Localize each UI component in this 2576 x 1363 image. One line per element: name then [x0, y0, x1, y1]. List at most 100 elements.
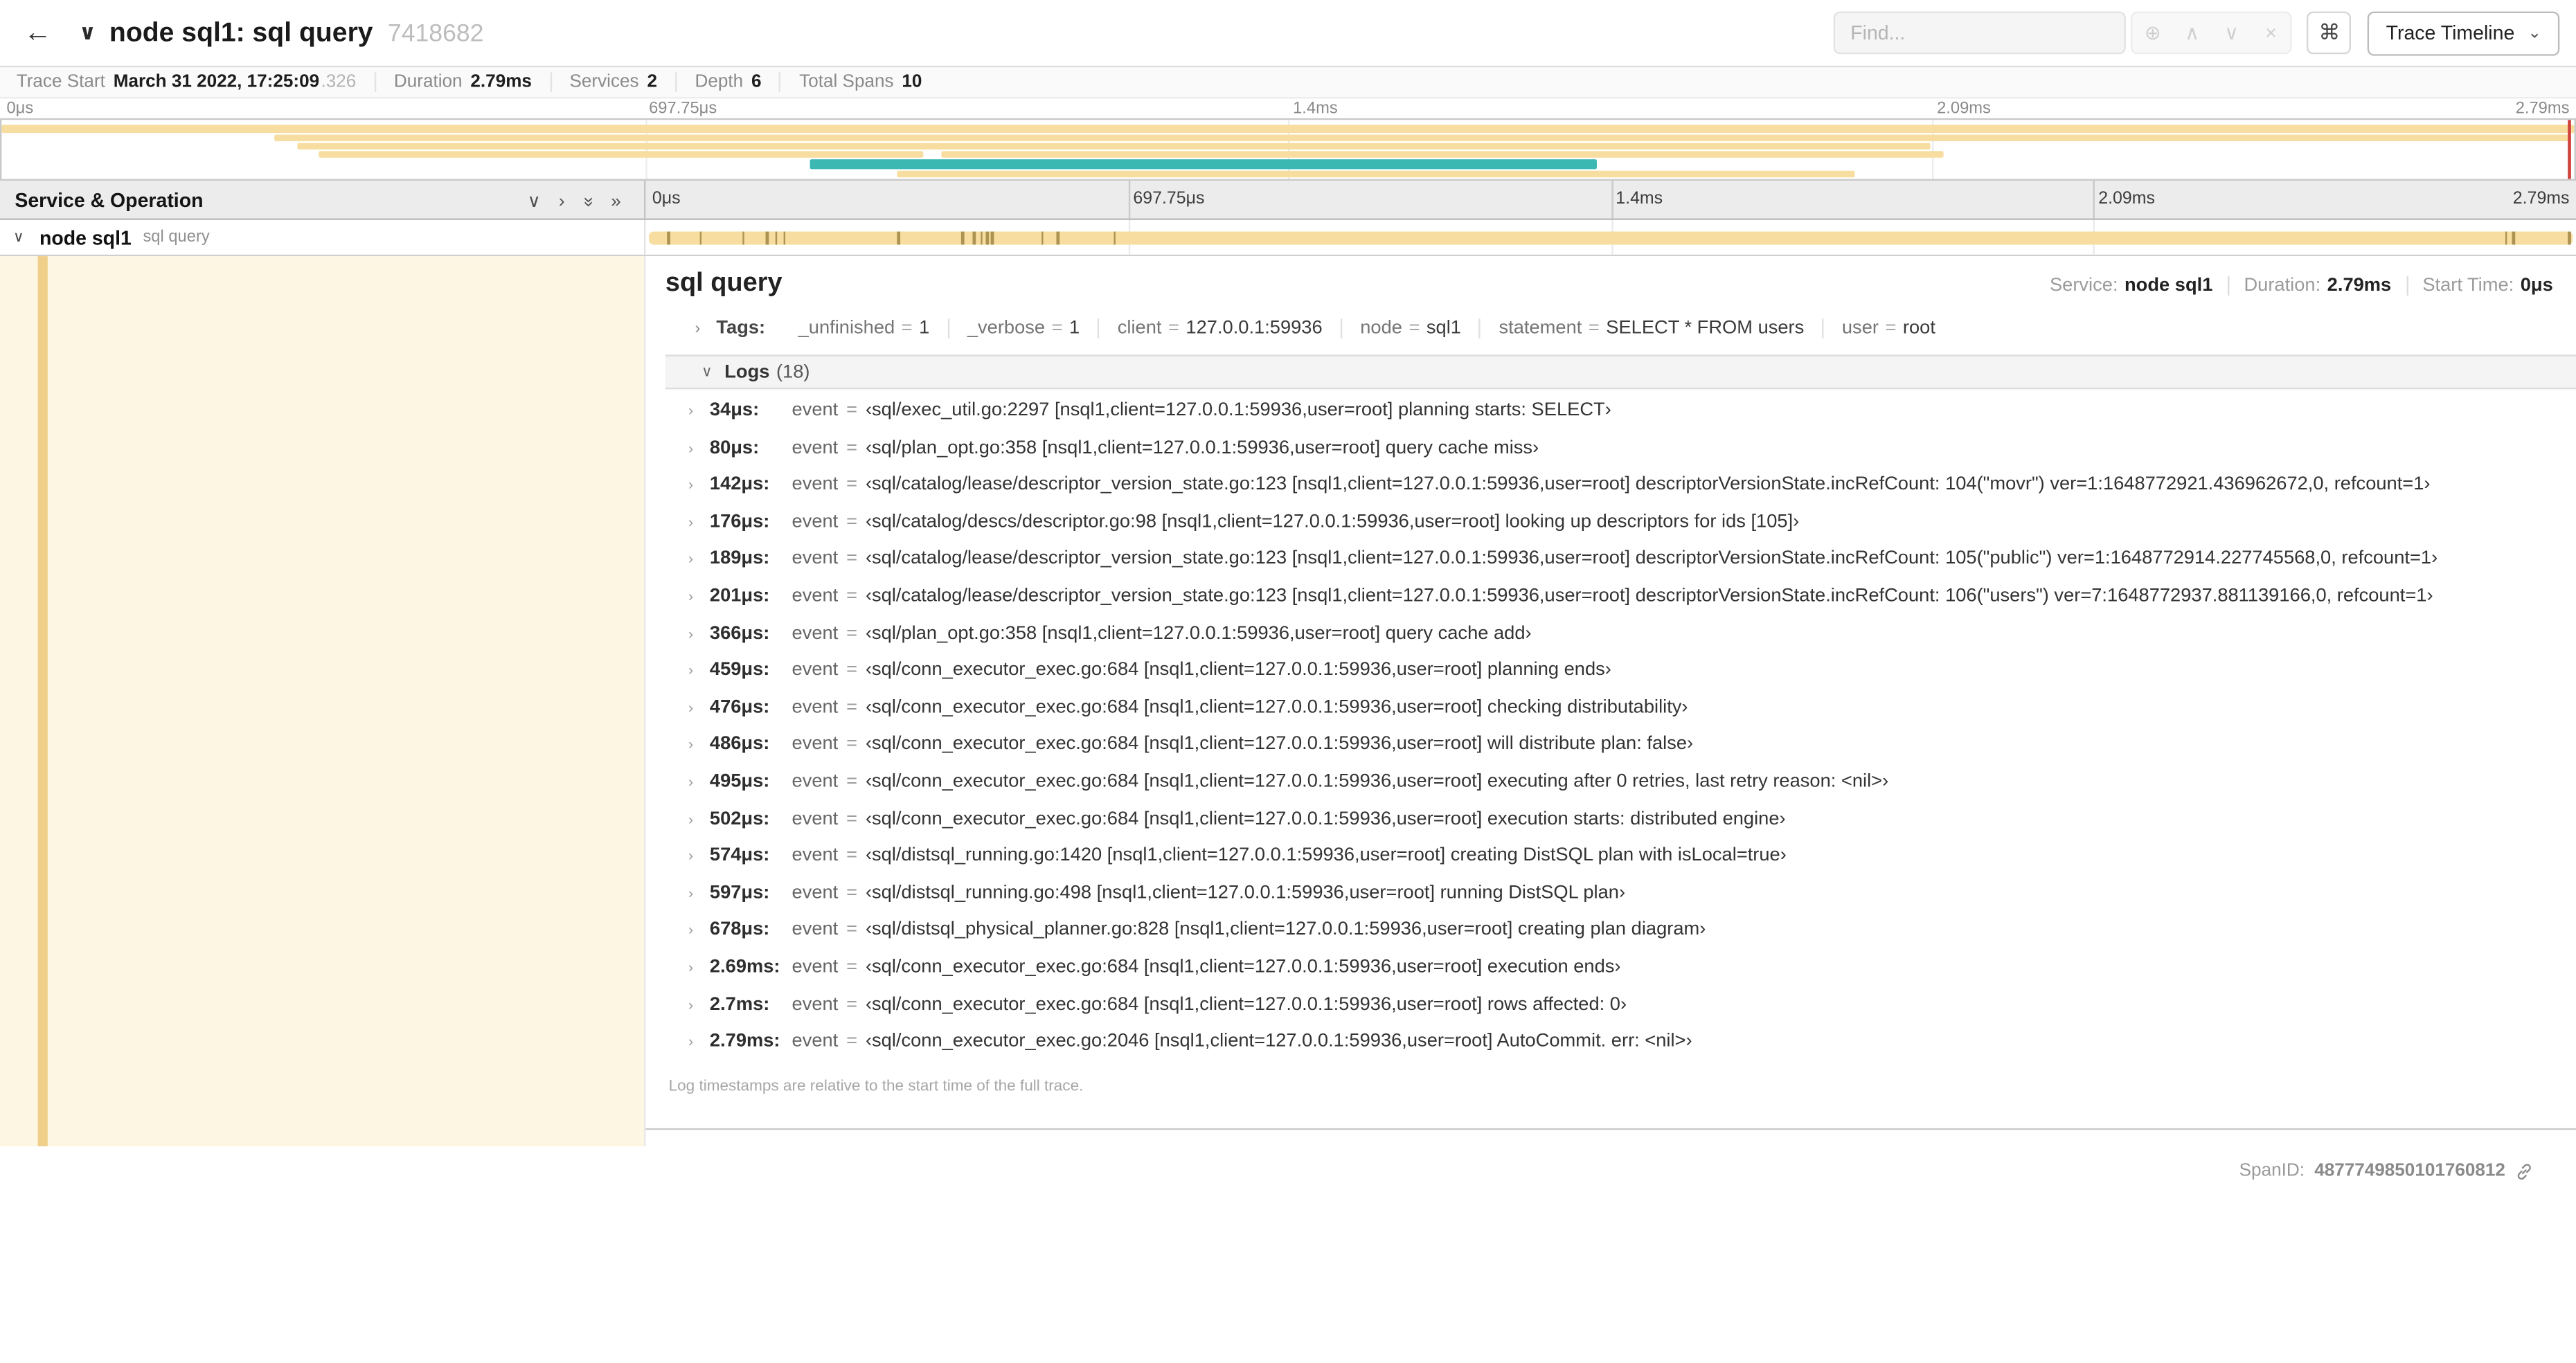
logs-toggle[interactable]: ∨ Logs (18): [665, 354, 2576, 390]
log-timestamp: 2.69ms:: [709, 957, 780, 977]
log-marker-tick: [2505, 231, 2508, 245]
service-operation-header: Service & Operation ∨ › » »: [0, 180, 646, 219]
log-entry[interactable]: › 142μs: event = ‹sql/catalog/lease/descript…: [688, 475, 2576, 512]
log-key: event: [791, 809, 839, 829]
log-timestamp: 176μs:: [709, 512, 770, 532]
log-timestamp: 574μs:: [709, 846, 770, 866]
log-value: ‹sql/catalog/lease/descriptor_version_st…: [865, 586, 2433, 606]
log-marker-tick: [961, 231, 965, 245]
log-entry[interactable]: › 502μs: event = ‹sql/conn_executor_exec.go:…: [688, 809, 2576, 847]
summary-item: Depth 6: [675, 72, 780, 92]
axis-label: 697.75μs: [1133, 188, 1205, 209]
log-marker-tick: [765, 231, 769, 245]
log-equals: =: [846, 586, 858, 606]
log-entry[interactable]: › 476μs: event = ‹sql/conn_executor_exec.go:…: [688, 698, 2576, 735]
axis-label: 2.09ms: [2098, 188, 2155, 209]
axis-label: 2.79ms: [2512, 188, 2570, 209]
log-marker-tick: [986, 231, 990, 245]
minimap-canvas[interactable]: [0, 118, 2576, 181]
log-entry[interactable]: › 176μs: event = ‹sql/catalog/descs/descript…: [688, 512, 2576, 550]
log-entry[interactable]: › 2.69ms: event = ‹sql/conn_executor_exec.go…: [688, 957, 2576, 995]
log-equals: =: [846, 920, 858, 940]
log-entry[interactable]: › 2.79ms: event = ‹sql/conn_executor_exec.go…: [688, 1031, 2576, 1069]
chevron-down-icon[interactable]: ∨: [13, 228, 39, 246]
trace-header: ← ∨ node sql1: sql query 7418682 ⊕∧∨× ⌘ …: [0, 0, 2576, 68]
log-entry[interactable]: › 2.7ms: event = ‹sql/conn_executor_exec.go:…: [688, 995, 2576, 1032]
log-value: ‹sql/conn_executor_exec.go:684 [nsql1,cl…: [865, 771, 1889, 792]
log-value: ‹sql/distsql_running.go:498 [nsql1,clien…: [865, 883, 1626, 903]
next-result-icon[interactable]: ∨: [2212, 13, 2251, 53]
summary-item: Services 2: [550, 72, 675, 92]
log-entry[interactable]: › 597μs: event = ‹sql/distsql_running.go:498…: [688, 883, 2576, 921]
trace-summary-bar: Trace Start March 31 2022, 17:25:09.326 Du…: [0, 67, 2576, 99]
span-meta-item: Start Time: 0μs: [2406, 276, 2553, 296]
log-equals: =: [846, 623, 858, 643]
span-row-label[interactable]: ∨ node sql1 sql query: [0, 219, 646, 255]
summary-value: 2.79ms: [470, 72, 532, 92]
expand-one-icon[interactable]: ›: [559, 191, 565, 210]
logs-footnote: Log timestamps are relative to the start…: [668, 1076, 1084, 1095]
tree-toolbar: ∨ › » »: [509, 185, 621, 215]
collapse-one-icon[interactable]: ∨: [528, 191, 541, 210]
log-marker-tick: [991, 231, 994, 245]
summary-label: Total Spans: [799, 72, 894, 92]
log-entry[interactable]: › 201μs: event = ‹sql/catalog/lease/descript…: [688, 586, 2576, 624]
log-equals: =: [846, 400, 858, 421]
log-equals: =: [846, 734, 858, 755]
collapse-trace-icon[interactable]: ∨: [79, 19, 96, 46]
log-value: ‹sql/exec_util.go:2297 [nsql1,client=127…: [865, 400, 1611, 421]
link-icon[interactable]: [2515, 1162, 2533, 1180]
span-meta-item: Service: node sql1: [2035, 276, 2228, 296]
chevron-right-icon: ›: [688, 699, 694, 716]
tags-toggle[interactable]: › Tags:: [695, 318, 780, 338]
chevron-right-icon: ›: [688, 550, 694, 568]
clear-search-icon[interactable]: ×: [2251, 13, 2291, 53]
log-key: event: [791, 1031, 839, 1051]
meta-label: Start Time:: [2422, 276, 2514, 296]
axis-label: 2.79ms: [2515, 100, 2570, 118]
view-dropdown-label: Trace Timeline: [2386, 21, 2515, 45]
chevron-right-icon: ›: [688, 514, 694, 530]
log-entry[interactable]: › 495μs: event = ‹sql/conn_executor_exec.go:…: [688, 772, 2576, 809]
span-bar[interactable]: [649, 231, 2573, 245]
tag-key: user: [1841, 318, 1879, 339]
log-marker-tick: [980, 231, 983, 245]
log-entry[interactable]: › 574μs: event = ‹sql/distsql_running.go:142…: [688, 846, 2576, 883]
log-entry[interactable]: › 366μs: event = ‹sql/plan_opt.go:358 [nsql1…: [688, 623, 2576, 660]
span-id-row: SpanID: 4877749850101760812: [0, 1146, 2576, 1181]
log-entry[interactable]: › 80μs: event = ‹sql/plan_opt.go:358 [nsql1,…: [688, 437, 2576, 475]
minimap-span-bar: [274, 134, 2570, 142]
log-timestamp: 476μs:: [709, 697, 770, 718]
log-entry[interactable]: › 34μs: event = ‹sql/exec_util.go:2297 [nsql…: [688, 401, 2576, 438]
summary-suffix: .326: [321, 72, 357, 92]
view-dropdown[interactable]: Trace Timeline ⌄: [2368, 10, 2560, 55]
summary-value: March 31 2022, 17:25:09: [113, 72, 320, 92]
keyboard-shortcuts-button[interactable]: ⌘: [2307, 11, 2352, 55]
summary-label: Services: [569, 72, 639, 92]
log-timestamp: 201μs:: [709, 586, 770, 606]
grid-line: [1128, 180, 1130, 219]
log-timestamp: 34μs:: [709, 400, 760, 421]
logs-list: › 34μs: event = ‹sql/exec_util.go:2297 [nsql…: [665, 389, 2576, 1068]
log-entry[interactable]: › 678μs: event = ‹sql/distsql_physical_plann…: [688, 920, 2576, 957]
log-entry[interactable]: › 459μs: event = ‹sql/conn_executor_exec.go:…: [688, 660, 2576, 698]
log-equals: =: [846, 1031, 858, 1051]
log-timestamp: 189μs:: [709, 549, 770, 569]
zoom-result-icon[interactable]: ⊕: [2133, 13, 2172, 53]
prev-result-icon[interactable]: ∧: [2172, 13, 2212, 53]
search-input[interactable]: [1834, 11, 2127, 55]
span-row: ∨ node sql1 sql query: [0, 219, 2576, 257]
log-entry[interactable]: › 189μs: event = ‹sql/catalog/lease/descript…: [688, 549, 2576, 586]
log-key: event: [791, 549, 839, 569]
tag-value: 1: [1069, 318, 1080, 339]
minimap-axis: 0μs 697.75μs 1.4ms 2.09ms 2.79ms: [0, 98, 2576, 118]
tag-key: _unfinished: [798, 318, 895, 339]
expand-all-icon[interactable]: »: [611, 191, 621, 210]
tag-equals: =: [1588, 318, 1600, 339]
log-entry[interactable]: › 486μs: event = ‹sql/conn_executor_exec.go:…: [688, 734, 2576, 772]
collapse-all-icon[interactable]: »: [578, 196, 598, 206]
tags-row: › Tags: _unfinished = 1 _verbose = 1 client = 12…: [665, 314, 2576, 343]
log-equals: =: [846, 549, 858, 569]
back-button[interactable]: ←: [13, 8, 62, 57]
summary-item: Trace Start March 31 2022, 17:25:09.326: [17, 72, 375, 91]
